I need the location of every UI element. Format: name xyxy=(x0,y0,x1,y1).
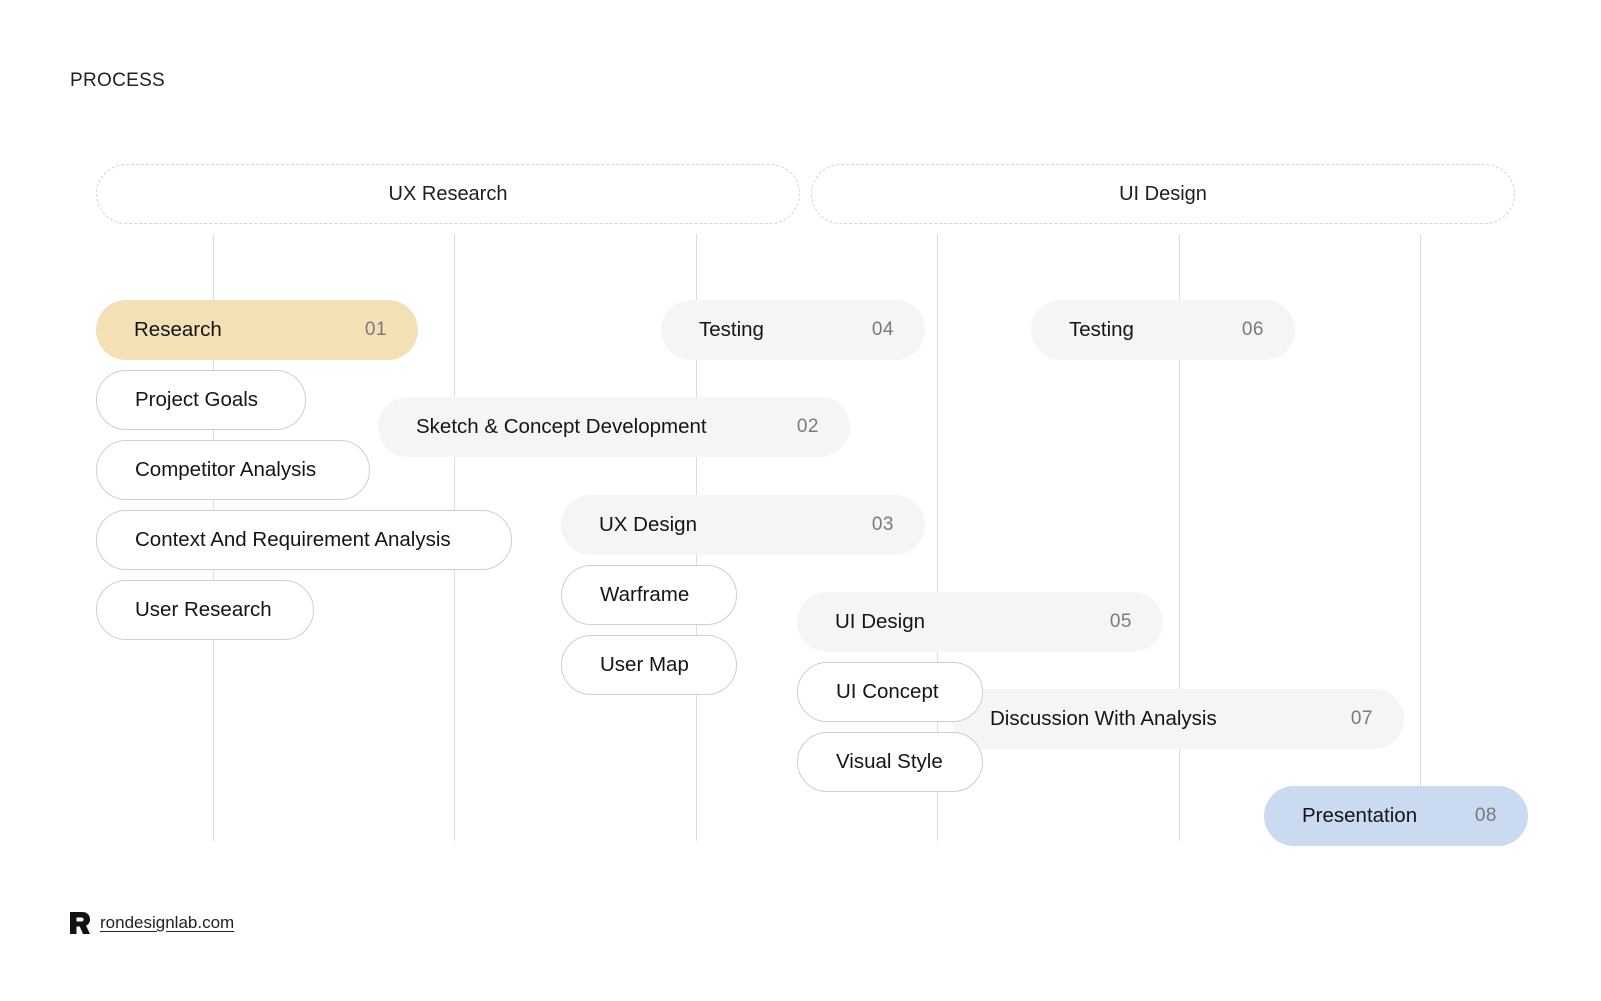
stage-label: Testing xyxy=(699,318,764,341)
stage-label: Presentation xyxy=(1302,804,1418,827)
phase-ui-design: UI Design xyxy=(811,164,1515,224)
page-title: PROCESS xyxy=(70,70,166,91)
stage-sketch-concept-development[interactable]: Sketch & Concept Development 02 xyxy=(378,397,850,457)
subtask-ui-concept[interactable]: UI Concept xyxy=(797,662,983,722)
stage-presentation[interactable]: Presentation 08 xyxy=(1264,786,1528,846)
stage-number: 07 xyxy=(1350,708,1373,729)
stage-discussion-with-analysis[interactable]: Discussion With Analysis 07 xyxy=(952,689,1404,749)
stage-label: UX Design xyxy=(599,513,697,536)
subtask-label: Warframe xyxy=(600,583,690,606)
r-logo-icon xyxy=(70,912,90,934)
stage-number: 03 xyxy=(871,514,894,535)
subtask-label: Context And Requirement Analysis xyxy=(135,528,451,551)
stage-label: Sketch & Concept Development xyxy=(416,415,707,438)
footer: rondesignlab.com xyxy=(70,912,234,934)
subtask-warframe[interactable]: Warframe xyxy=(561,565,737,625)
subtask-user-map[interactable]: User Map xyxy=(561,635,737,695)
subtask-context-requirement-analysis[interactable]: Context And Requirement Analysis xyxy=(96,510,512,570)
subtask-user-research[interactable]: User Research xyxy=(96,580,314,640)
stage-testing-04[interactable]: Testing 04 xyxy=(661,300,925,360)
stage-testing-06[interactable]: Testing 06 xyxy=(1031,300,1295,360)
stage-number: 08 xyxy=(1474,805,1497,826)
phase-ux-research: UX Research xyxy=(96,164,800,224)
stage-number: 01 xyxy=(364,319,387,340)
stage-ux-design[interactable]: UX Design 03 xyxy=(561,495,925,555)
stage-label: Testing xyxy=(1069,318,1134,341)
subtask-visual-style[interactable]: Visual Style xyxy=(797,732,983,792)
stage-ui-design[interactable]: UI Design 05 xyxy=(797,592,1163,652)
subtask-project-goals[interactable]: Project Goals xyxy=(96,370,306,430)
subtask-label: Project Goals xyxy=(135,388,259,411)
subtask-competitor-analysis[interactable]: Competitor Analysis xyxy=(96,440,370,500)
subtask-label: Visual Style xyxy=(836,750,943,773)
grid-line xyxy=(1420,234,1421,841)
stage-label: Research xyxy=(134,318,222,341)
stage-number: 02 xyxy=(796,416,819,437)
subtask-label: UI Concept xyxy=(836,680,939,703)
stage-number: 06 xyxy=(1241,319,1264,340)
stage-label: Discussion With Analysis xyxy=(990,707,1217,730)
subtask-label: User Research xyxy=(135,598,272,621)
subtask-label: User Map xyxy=(600,653,689,676)
subtask-label: Competitor Analysis xyxy=(135,458,317,481)
website-link[interactable]: rondesignlab.com xyxy=(100,913,234,933)
phase-label: UI Design xyxy=(1119,182,1207,205)
stage-research[interactable]: Research 01 xyxy=(96,300,418,360)
stage-label: UI Design xyxy=(835,610,926,633)
stage-number: 04 xyxy=(871,319,894,340)
phase-label: UX Research xyxy=(388,182,508,205)
stage-number: 05 xyxy=(1109,611,1132,632)
